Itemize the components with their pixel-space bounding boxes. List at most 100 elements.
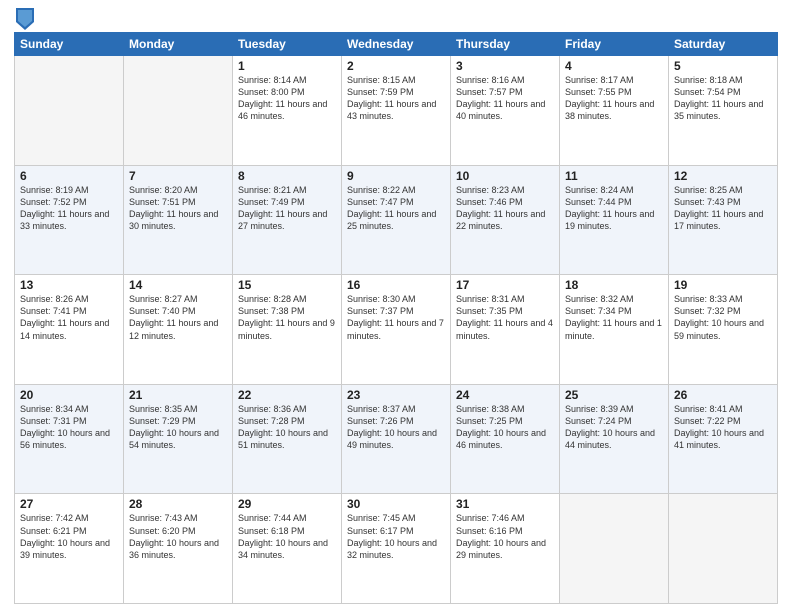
calendar-day: [15, 56, 124, 166]
calendar-day: 20Sunrise: 8:34 AM Sunset: 7:31 PM Dayli…: [15, 384, 124, 494]
day-header-tuesday: Tuesday: [233, 33, 342, 56]
calendar-day: 22Sunrise: 8:36 AM Sunset: 7:28 PM Dayli…: [233, 384, 342, 494]
calendar-week-row: 20Sunrise: 8:34 AM Sunset: 7:31 PM Dayli…: [15, 384, 778, 494]
calendar-week-row: 13Sunrise: 8:26 AM Sunset: 7:41 PM Dayli…: [15, 275, 778, 385]
calendar-day: 29Sunrise: 7:44 AM Sunset: 6:18 PM Dayli…: [233, 494, 342, 604]
calendar-day: 9Sunrise: 8:22 AM Sunset: 7:47 PM Daylig…: [342, 165, 451, 275]
day-number: 3: [456, 59, 554, 73]
day-info: Sunrise: 8:23 AM Sunset: 7:46 PM Dayligh…: [456, 184, 554, 233]
calendar-day: 13Sunrise: 8:26 AM Sunset: 7:41 PM Dayli…: [15, 275, 124, 385]
day-number: 31: [456, 497, 554, 511]
calendar-day: 21Sunrise: 8:35 AM Sunset: 7:29 PM Dayli…: [124, 384, 233, 494]
calendar-week-row: 27Sunrise: 7:42 AM Sunset: 6:21 PM Dayli…: [15, 494, 778, 604]
calendar-day: 15Sunrise: 8:28 AM Sunset: 7:38 PM Dayli…: [233, 275, 342, 385]
day-info: Sunrise: 7:44 AM Sunset: 6:18 PM Dayligh…: [238, 512, 336, 561]
day-number: 2: [347, 59, 445, 73]
day-number: 1: [238, 59, 336, 73]
day-number: 8: [238, 169, 336, 183]
day-info: Sunrise: 8:16 AM Sunset: 7:57 PM Dayligh…: [456, 74, 554, 123]
calendar-day: 27Sunrise: 7:42 AM Sunset: 6:21 PM Dayli…: [15, 494, 124, 604]
day-header-sunday: Sunday: [15, 33, 124, 56]
day-info: Sunrise: 8:37 AM Sunset: 7:26 PM Dayligh…: [347, 403, 445, 452]
calendar-day: 18Sunrise: 8:32 AM Sunset: 7:34 PM Dayli…: [560, 275, 669, 385]
day-info: Sunrise: 8:38 AM Sunset: 7:25 PM Dayligh…: [456, 403, 554, 452]
day-info: Sunrise: 8:17 AM Sunset: 7:55 PM Dayligh…: [565, 74, 663, 123]
day-info: Sunrise: 8:39 AM Sunset: 7:24 PM Dayligh…: [565, 403, 663, 452]
day-info: Sunrise: 8:32 AM Sunset: 7:34 PM Dayligh…: [565, 293, 663, 342]
calendar-day: 30Sunrise: 7:45 AM Sunset: 6:17 PM Dayli…: [342, 494, 451, 604]
day-info: Sunrise: 8:15 AM Sunset: 7:59 PM Dayligh…: [347, 74, 445, 123]
calendar-day: 8Sunrise: 8:21 AM Sunset: 7:49 PM Daylig…: [233, 165, 342, 275]
day-info: Sunrise: 8:30 AM Sunset: 7:37 PM Dayligh…: [347, 293, 445, 342]
day-number: 27: [20, 497, 118, 511]
day-number: 23: [347, 388, 445, 402]
calendar-day: 19Sunrise: 8:33 AM Sunset: 7:32 PM Dayli…: [669, 275, 778, 385]
day-number: 26: [674, 388, 772, 402]
calendar-day: 3Sunrise: 8:16 AM Sunset: 7:57 PM Daylig…: [451, 56, 560, 166]
calendar-day: 12Sunrise: 8:25 AM Sunset: 7:43 PM Dayli…: [669, 165, 778, 275]
calendar-day: [124, 56, 233, 166]
day-number: 15: [238, 278, 336, 292]
day-header-monday: Monday: [124, 33, 233, 56]
day-info: Sunrise: 8:33 AM Sunset: 7:32 PM Dayligh…: [674, 293, 772, 342]
day-header-friday: Friday: [560, 33, 669, 56]
day-info: Sunrise: 8:20 AM Sunset: 7:51 PM Dayligh…: [129, 184, 227, 233]
calendar-week-row: 6Sunrise: 8:19 AM Sunset: 7:52 PM Daylig…: [15, 165, 778, 275]
calendar-day: 17Sunrise: 8:31 AM Sunset: 7:35 PM Dayli…: [451, 275, 560, 385]
day-number: 18: [565, 278, 663, 292]
day-number: 25: [565, 388, 663, 402]
calendar-day: 5Sunrise: 8:18 AM Sunset: 7:54 PM Daylig…: [669, 56, 778, 166]
page: SundayMondayTuesdayWednesdayThursdayFrid…: [0, 0, 792, 612]
day-number: 30: [347, 497, 445, 511]
day-info: Sunrise: 8:26 AM Sunset: 7:41 PM Dayligh…: [20, 293, 118, 342]
calendar-day: 24Sunrise: 8:38 AM Sunset: 7:25 PM Dayli…: [451, 384, 560, 494]
calendar-day: 6Sunrise: 8:19 AM Sunset: 7:52 PM Daylig…: [15, 165, 124, 275]
calendar-day: 23Sunrise: 8:37 AM Sunset: 7:26 PM Dayli…: [342, 384, 451, 494]
day-number: 20: [20, 388, 118, 402]
calendar-day: 14Sunrise: 8:27 AM Sunset: 7:40 PM Dayli…: [124, 275, 233, 385]
calendar-day: 16Sunrise: 8:30 AM Sunset: 7:37 PM Dayli…: [342, 275, 451, 385]
day-info: Sunrise: 7:43 AM Sunset: 6:20 PM Dayligh…: [129, 512, 227, 561]
day-info: Sunrise: 8:18 AM Sunset: 7:54 PM Dayligh…: [674, 74, 772, 123]
day-info: Sunrise: 8:28 AM Sunset: 7:38 PM Dayligh…: [238, 293, 336, 342]
day-number: 24: [456, 388, 554, 402]
calendar-day: 11Sunrise: 8:24 AM Sunset: 7:44 PM Dayli…: [560, 165, 669, 275]
day-number: 22: [238, 388, 336, 402]
day-number: 10: [456, 169, 554, 183]
day-info: Sunrise: 7:45 AM Sunset: 6:17 PM Dayligh…: [347, 512, 445, 561]
day-header-saturday: Saturday: [669, 33, 778, 56]
day-info: Sunrise: 8:27 AM Sunset: 7:40 PM Dayligh…: [129, 293, 227, 342]
day-number: 16: [347, 278, 445, 292]
day-number: 29: [238, 497, 336, 511]
day-info: Sunrise: 8:22 AM Sunset: 7:47 PM Dayligh…: [347, 184, 445, 233]
calendar-day: 25Sunrise: 8:39 AM Sunset: 7:24 PM Dayli…: [560, 384, 669, 494]
day-info: Sunrise: 8:21 AM Sunset: 7:49 PM Dayligh…: [238, 184, 336, 233]
day-number: 7: [129, 169, 227, 183]
calendar-day: 10Sunrise: 8:23 AM Sunset: 7:46 PM Dayli…: [451, 165, 560, 275]
day-number: 19: [674, 278, 772, 292]
day-header-wednesday: Wednesday: [342, 33, 451, 56]
day-number: 11: [565, 169, 663, 183]
day-info: Sunrise: 8:14 AM Sunset: 8:00 PM Dayligh…: [238, 74, 336, 123]
day-info: Sunrise: 8:35 AM Sunset: 7:29 PM Dayligh…: [129, 403, 227, 452]
calendar-day: 31Sunrise: 7:46 AM Sunset: 6:16 PM Dayli…: [451, 494, 560, 604]
day-info: Sunrise: 8:36 AM Sunset: 7:28 PM Dayligh…: [238, 403, 336, 452]
calendar-week-row: 1Sunrise: 8:14 AM Sunset: 8:00 PM Daylig…: [15, 56, 778, 166]
day-number: 9: [347, 169, 445, 183]
calendar-day: 2Sunrise: 8:15 AM Sunset: 7:59 PM Daylig…: [342, 56, 451, 166]
calendar-day: 28Sunrise: 7:43 AM Sunset: 6:20 PM Dayli…: [124, 494, 233, 604]
calendar-day: 4Sunrise: 8:17 AM Sunset: 7:55 PM Daylig…: [560, 56, 669, 166]
day-info: Sunrise: 7:46 AM Sunset: 6:16 PM Dayligh…: [456, 512, 554, 561]
day-info: Sunrise: 8:34 AM Sunset: 7:31 PM Dayligh…: [20, 403, 118, 452]
calendar-day: 7Sunrise: 8:20 AM Sunset: 7:51 PM Daylig…: [124, 165, 233, 275]
calendar-day: [669, 494, 778, 604]
calendar-day: 26Sunrise: 8:41 AM Sunset: 7:22 PM Dayli…: [669, 384, 778, 494]
calendar-day: [560, 494, 669, 604]
day-number: 6: [20, 169, 118, 183]
calendar-day: 1Sunrise: 8:14 AM Sunset: 8:00 PM Daylig…: [233, 56, 342, 166]
day-number: 12: [674, 169, 772, 183]
day-info: Sunrise: 8:41 AM Sunset: 7:22 PM Dayligh…: [674, 403, 772, 452]
logo: [14, 10, 34, 26]
header: [14, 10, 778, 26]
day-header-thursday: Thursday: [451, 33, 560, 56]
